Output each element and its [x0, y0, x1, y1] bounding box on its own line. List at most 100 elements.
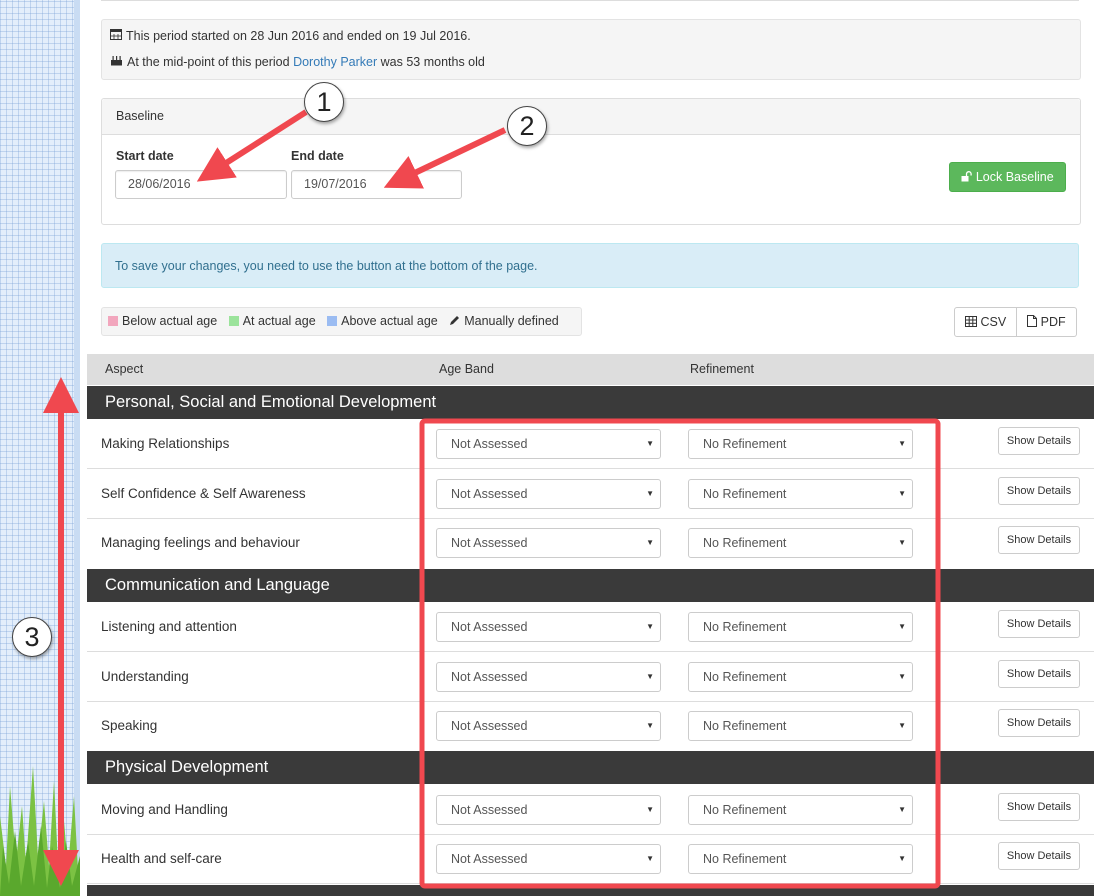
age-band-value: Not Assessed [451, 620, 528, 634]
pencil-icon [450, 316, 460, 325]
refinement-select[interactable]: No Refinement ▼ [688, 711, 913, 741]
section-header: Communication and Language [87, 569, 1094, 602]
refinement-select[interactable]: No Refinement ▼ [688, 612, 913, 642]
table-row: Managing feelings and behaviour Not Asse… [87, 518, 1094, 568]
show-details-button[interactable]: Show Details [998, 842, 1080, 870]
period-dates-line: This period started on 28 Jun 2016 and e… [110, 28, 471, 43]
header-refinement: Refinement [690, 362, 754, 376]
caret-down-icon: ▼ [898, 489, 906, 498]
aspect-name: Speaking [101, 718, 158, 733]
refinement-value: No Refinement [703, 719, 787, 733]
child-age-line: At the mid-point of this period Dorothy … [110, 54, 485, 69]
refinement-select[interactable]: No Refinement ▼ [688, 795, 913, 825]
export-button-group: CSV PDF [954, 307, 1077, 337]
refinement-select[interactable]: No Refinement ▼ [688, 528, 913, 558]
table-row: Understanding Not Assessed ▼ No Refinemen… [87, 652, 1094, 702]
legend-manually-defined: Manually defined [449, 314, 559, 328]
age-band-value: Not Assessed [451, 803, 528, 817]
age-band-value: Not Assessed [451, 536, 528, 550]
export-pdf-label: PDF [1040, 315, 1066, 329]
age-band-value: Not Assessed [451, 719, 528, 733]
refinement-value: No Refinement [703, 487, 787, 501]
table-row: Health and self-care Not Assessed ▼ No Re… [87, 834, 1094, 884]
main-content: This period started on 28 Jun 2016 and e… [87, 0, 1097, 896]
aspect-name: Health and self-care [101, 851, 222, 866]
refinement-select[interactable]: No Refinement ▼ [688, 844, 913, 874]
table-row: Making Relationships Not Assessed ▼ No Re… [87, 419, 1094, 469]
age-band-select[interactable]: Not Assessed ▼ [436, 479, 661, 509]
show-details-button[interactable]: Show Details [998, 660, 1080, 688]
caret-down-icon: ▼ [646, 622, 654, 631]
refinement-select[interactable]: No Refinement ▼ [688, 662, 913, 692]
export-pdf-button[interactable]: PDF [1017, 307, 1077, 337]
export-csv-button[interactable]: CSV [954, 307, 1018, 337]
end-date-input[interactable]: 19/07/2016 [291, 170, 462, 199]
refinement-value: No Refinement [703, 803, 787, 817]
age-band-select[interactable]: Not Assessed ▼ [436, 429, 661, 459]
table-row: Speaking Not Assessed ▼ No Refinement ▼ Sh… [87, 701, 1094, 751]
caret-down-icon: ▼ [646, 538, 654, 547]
refinement-select[interactable]: No Refinement ▼ [688, 479, 913, 509]
aspect-name: Self Confidence & Self Awareness [101, 486, 306, 501]
refinement-value: No Refinement [703, 852, 787, 866]
period-dates-text: This period started on 28 Jun 2016 and e… [126, 29, 471, 43]
save-changes-alert: To save your changes, you need to use th… [101, 243, 1079, 288]
top-divider [101, 0, 1079, 1]
start-date-label: Start date [116, 149, 174, 163]
age-band-select[interactable]: Not Assessed ▼ [436, 795, 661, 825]
aspect-name: Making Relationships [101, 436, 230, 451]
aspect-name: Moving and Handling [101, 802, 228, 817]
lock-baseline-button[interactable]: Lock Baseline [949, 162, 1066, 192]
legend-label: Manually defined [464, 314, 559, 328]
refinement-value: No Refinement [703, 620, 787, 634]
age-band-select[interactable]: Not Assessed ▼ [436, 662, 661, 692]
pdf-file-icon [1027, 315, 1038, 327]
page-background-decoration [0, 0, 80, 896]
age-band-select[interactable]: Not Assessed ▼ [436, 844, 661, 874]
annotation-badge-2: 2 [507, 106, 547, 146]
age-band-select[interactable]: Not Assessed ▼ [436, 711, 661, 741]
table-row: Self Confidence & Self Awareness Not Ass… [87, 469, 1094, 519]
age-band-select[interactable]: Not Assessed ▼ [436, 528, 661, 558]
period-info: This period started on 28 Jun 2016 and e… [101, 19, 1081, 80]
show-details-button[interactable]: Show Details [998, 709, 1080, 737]
birthday-cake-icon [111, 56, 122, 66]
table-row: Listening and attention Not Assessed ▼ No… [87, 602, 1094, 652]
caret-down-icon: ▼ [646, 721, 654, 730]
show-details-button[interactable]: Show Details [998, 610, 1080, 638]
annotation-badge-1: 1 [304, 82, 344, 122]
baseline-panel: Baseline Start date 28/06/2016 End date … [101, 98, 1081, 225]
show-details-button[interactable]: Show Details [998, 793, 1080, 821]
age-band-select[interactable]: Not Assessed ▼ [436, 612, 661, 642]
section-header: Personal, Social and Emotional Developme… [87, 386, 1094, 419]
show-details-button[interactable]: Show Details [998, 427, 1080, 455]
legend-swatch-blue [327, 316, 338, 326]
lock-baseline-label: Lock Baseline [975, 170, 1054, 184]
table-row: Moving and Handling Not Assessed ▼ No Ref… [87, 785, 1094, 835]
table-icon [965, 316, 977, 327]
export-csv-label: CSV [980, 315, 1007, 329]
caret-down-icon: ▼ [898, 439, 906, 448]
legend-at-actual-age: At actual age [228, 314, 316, 328]
unlock-icon [961, 171, 973, 182]
legend-below-actual-age: Below actual age [108, 314, 217, 328]
legend-label: Above actual age [341, 314, 438, 328]
child-name-link[interactable]: Dorothy Parker [293, 55, 377, 69]
caret-down-icon: ▼ [898, 622, 906, 631]
calendar-icon [110, 29, 122, 40]
legend-swatch-green [228, 316, 239, 326]
legend-above-actual-age: Above actual age [327, 314, 438, 328]
age-band-value: Not Assessed [451, 487, 528, 501]
refinement-select[interactable]: No Refinement ▼ [688, 429, 913, 459]
caret-down-icon: ▼ [646, 805, 654, 814]
header-age-band: Age Band [439, 362, 494, 376]
caret-down-icon: ▼ [898, 721, 906, 730]
section-header-partial [87, 885, 1094, 896]
show-details-button[interactable]: Show Details [998, 526, 1080, 554]
legend-swatch-pink [108, 316, 118, 326]
aspect-name: Understanding [101, 669, 189, 684]
show-details-button[interactable]: Show Details [998, 477, 1080, 505]
caret-down-icon: ▼ [898, 854, 906, 863]
caret-down-icon: ▼ [898, 672, 906, 681]
start-date-input[interactable]: 28/06/2016 [115, 170, 287, 199]
